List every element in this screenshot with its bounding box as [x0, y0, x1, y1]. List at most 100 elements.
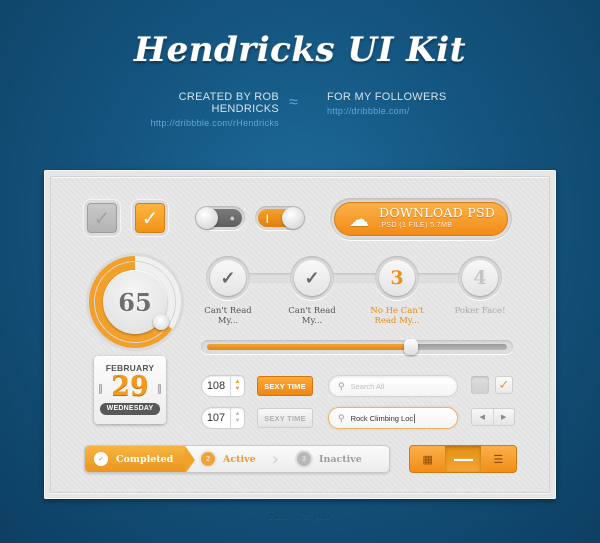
crumb-active[interactable]: 2 Active › [185, 446, 285, 472]
prev-arrow-icon[interactable]: ◀ [472, 409, 494, 425]
signature: Rob ♡'s you [269, 511, 331, 522]
small-checkbox-unchecked[interactable] [471, 376, 489, 394]
small-checkbox-checked[interactable]: ✓ [495, 376, 513, 394]
search-icon: ⚲ [338, 412, 345, 423]
search-input[interactable]: ⚲ Search All [329, 376, 457, 396]
crumb-inactive[interactable]: 3 Inactive [285, 446, 389, 472]
step-label: No He Can't Read My... [357, 306, 437, 326]
ui-kit-panel: ✓ ✓ ● | ☁ DOWNLOAD PSD .PSD (1 FILE) 5.7… [44, 170, 556, 499]
credit-left-text: CREATED BY ROB HENDRICKS [178, 91, 279, 115]
toggle-knob[interactable] [282, 207, 304, 229]
download-sublabel: .PSD (1 FILE) 5.7MB [379, 222, 453, 229]
toggle-knob[interactable] [196, 207, 218, 229]
progress-breadcrumb: ✓ Completed 2 Active › 3 Inactive [84, 445, 390, 473]
check-icon: ✓ [498, 377, 510, 392]
step-connector [234, 273, 484, 283]
stepper-arrows: ▲ ▼ [230, 376, 244, 396]
step-label-line: Can't Read [288, 306, 336, 316]
gauge-handle[interactable] [153, 314, 169, 330]
toggle-track: | [258, 207, 304, 229]
search-input-focused[interactable]: ⚲ Rock Climbing Loc [329, 408, 457, 428]
download-psd-button[interactable]: ☁ DOWNLOAD PSD .PSD (1 FILE) 5.7MB [334, 202, 508, 236]
crumb-label: Active [223, 453, 256, 465]
columns-view-icon[interactable]: ▬▬▬ [445, 446, 481, 472]
view-switcher: ▦ ▬▬▬ ☰ [409, 445, 517, 473]
next-arrow-icon[interactable]: ▶ [494, 409, 515, 425]
slider-fill [207, 344, 411, 350]
range-slider[interactable] [201, 339, 513, 355]
crumb-label: Inactive [319, 453, 362, 465]
step-label-line: Poker Face! [454, 306, 506, 316]
calendar-ring-right [158, 384, 161, 394]
arrow-down-icon[interactable]: ▼ [235, 418, 241, 425]
pager: ◀ ▶ [471, 408, 515, 426]
toggle-track: ● [196, 207, 242, 229]
list-view-icon[interactable]: ☰ [481, 446, 516, 472]
search-value: Rock Climbing Loc [350, 413, 414, 423]
step-3[interactable]: 3 [375, 256, 419, 300]
checkbox-checked[interactable]: ✓ [135, 203, 165, 233]
step-number: 4 [462, 260, 498, 296]
check-icon: ✓ [93, 207, 111, 230]
credit-left: CREATED BY ROB HENDRICKS http://dribbble… [122, 91, 279, 128]
step-label-line: Can't Read [204, 306, 252, 316]
step-1[interactable]: ✓ [206, 256, 250, 300]
progress-gauge: 65 [89, 256, 181, 348]
step-label-line: My... [217, 316, 239, 326]
cloud-download-icon: ☁ [349, 208, 369, 231]
download-button-wrap: ☁ DOWNLOAD PSD .PSD (1 FILE) 5.7MB [330, 198, 512, 240]
number-stepper[interactable]: 107 ▲ ▼ [202, 408, 244, 428]
slider-thumb[interactable] [404, 339, 418, 355]
grid-view-icon[interactable]: ▦ [410, 446, 445, 472]
on-mark-icon: | [266, 213, 269, 223]
off-mark-icon: ● [229, 213, 235, 223]
calendar-ring-left [99, 384, 102, 394]
stepper-value: 108 [206, 380, 226, 392]
text-caret [414, 413, 416, 423]
crumb-number: 3 [297, 452, 311, 466]
step-label: Can't Read My... [188, 306, 268, 326]
search-placeholder: Search All [350, 381, 385, 391]
step-number: 3 [379, 260, 415, 296]
toggle-on[interactable]: | [255, 206, 305, 230]
chevron-right-icon: › [271, 448, 279, 470]
step-label-line: My... [301, 316, 323, 326]
calendar-day: 29 [111, 371, 149, 402]
calendar-weekday: WEDNESDAY [100, 403, 160, 415]
search-icon: ⚲ [338, 380, 345, 391]
download-label: DOWNLOAD PSD [379, 205, 496, 220]
arrow-up-icon[interactable]: ▲ [235, 379, 241, 386]
step-label-line: No He Can't [370, 306, 424, 316]
crumb-check-icon: ✓ [94, 452, 108, 466]
sexy-time-button-active[interactable]: SEXY TIME [257, 376, 313, 396]
stepper-arrows: ▲ ▼ [230, 408, 244, 428]
page-title: Hendricks UI Kit [134, 30, 466, 70]
crumb-number: 2 [201, 452, 215, 466]
wave-divider-icon: ≈ [289, 94, 298, 111]
step-label-line: Read My... [374, 316, 420, 326]
step-4[interactable]: 4 [458, 256, 502, 300]
download-label-group: DOWNLOAD PSD .PSD (1 FILE) 5.7MB [379, 206, 495, 232]
crumb-completed[interactable]: ✓ Completed [85, 446, 195, 472]
check-icon: ✓ [294, 260, 330, 296]
credit-right-text: FOR MY FOLLOWERS [327, 91, 447, 103]
gauge-value: 65 [118, 287, 152, 317]
credit-left-link[interactable]: http://dribbble.com/rHendricks [122, 118, 279, 128]
number-stepper[interactable]: 108 ▲ ▼ [202, 376, 244, 396]
step-2[interactable]: ✓ [290, 256, 334, 300]
stepper-value: 107 [206, 412, 226, 424]
credit-right: FOR MY FOLLOWERS http://dribbble.com/ [327, 91, 467, 116]
sexy-time-button[interactable]: SEXY TIME [257, 408, 313, 428]
step-label: Can't Read My... [272, 306, 352, 326]
crumb-label: Completed [116, 453, 174, 465]
arrow-up-icon[interactable]: ▲ [235, 411, 241, 418]
step-label: Poker Face! [440, 306, 520, 316]
toggle-off[interactable]: ● [195, 206, 245, 230]
credit-right-link[interactable]: http://dribbble.com/ [327, 106, 467, 116]
check-icon: ✓ [210, 260, 246, 296]
arrow-down-icon[interactable]: ▼ [235, 386, 241, 393]
calendar-widget: FEBRUARY 29 WEDNESDAY [94, 356, 166, 424]
check-icon: ✓ [141, 207, 159, 230]
slider-rail [207, 339, 507, 355]
checkbox-unchecked[interactable]: ✓ [87, 203, 117, 233]
